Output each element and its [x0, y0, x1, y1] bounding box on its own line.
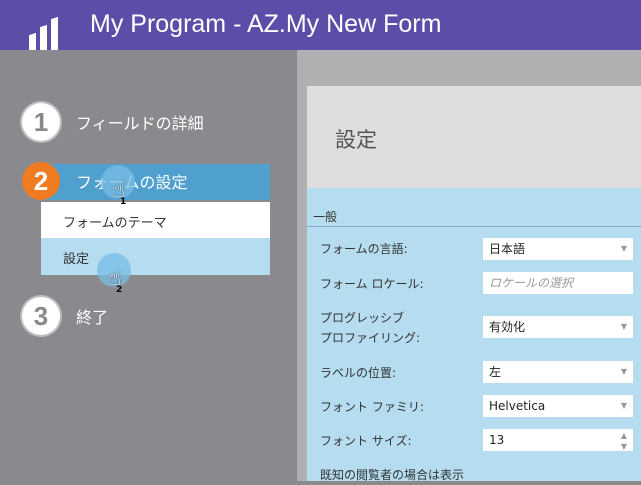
progressive-profiling-label-2: プロファイリング:	[320, 331, 421, 345]
section-divider	[307, 226, 641, 227]
submenu-label: フォームのテーマ	[63, 216, 167, 231]
dropdown-arrow-icon: ▼	[620, 367, 627, 376]
dropdown-arrow-icon: ▼	[620, 401, 627, 410]
step-number-badge: 1	[22, 103, 60, 141]
step-field-details[interactable]: 1 フィールドの詳細	[22, 103, 204, 141]
submenu-item-settings[interactable]: 設定	[41, 238, 270, 275]
click-step-number: 2	[116, 285, 123, 295]
progressive-profiling-select[interactable]: 有効化 ▼	[483, 316, 633, 338]
font-family-select[interactable]: Helvetica ▼	[483, 395, 633, 417]
click-step-number: 1	[120, 197, 127, 207]
label-position-select[interactable]: 左 ▼	[483, 361, 633, 383]
step-number-badge: 3	[22, 297, 60, 335]
font-size-label: フォント サイズ:	[320, 434, 412, 448]
select-value: Helvetica	[489, 399, 546, 413]
stepper-value: 13	[489, 433, 505, 447]
form-locale-label: フォーム ロケール:	[320, 277, 424, 291]
step-finish[interactable]: 3 終了	[22, 297, 108, 335]
form-language-label: フォームの言語:	[320, 242, 408, 256]
window-title: My Program - AZ.My New Form	[90, 10, 442, 38]
font-family-label: フォント ファミリ:	[320, 400, 424, 414]
font-size-stepper[interactable]: 13 ▲ ▼	[483, 429, 633, 451]
select-value: 有効化	[489, 320, 526, 334]
submenu-label: 設定	[63, 252, 90, 267]
settings-header: 設定	[307, 86, 641, 188]
stepper-arrows-icon[interactable]: ▲ ▼	[621, 430, 627, 452]
locale-placeholder: ロケールの選択	[489, 276, 574, 290]
select-value: 左	[489, 365, 502, 379]
form-language-select[interactable]: 日本語 ▼	[483, 238, 633, 260]
progressive-profiling-label-1: プログレッシブ	[320, 311, 405, 325]
label-position-label: ラベルの位置:	[320, 366, 397, 380]
page-title: 設定	[335, 128, 377, 152]
form-locale-input[interactable]: ロケールの選択	[483, 272, 633, 294]
dropdown-arrow-icon: ▼	[620, 322, 627, 331]
dropdown-arrow-icon: ▼	[620, 244, 627, 253]
section-heading: 一般	[313, 210, 338, 224]
title-bar: My Program - AZ.My New Form	[0, 0, 641, 74]
step-number-badge: 2	[22, 162, 60, 200]
settings-panel: 一般 フォームの言語: 日本語 ▼ フォーム ロケール: ロケールの選択 プログレ…	[307, 188, 641, 482]
step-label: 終了	[76, 308, 109, 327]
step-label: フィールドの詳細	[76, 114, 204, 133]
known-visitor-label: 既知の閲覧者の場合は表示	[320, 468, 465, 482]
submenu-item-theme[interactable]: フォームのテーマ	[41, 202, 270, 238]
select-value: 日本語	[489, 242, 526, 256]
